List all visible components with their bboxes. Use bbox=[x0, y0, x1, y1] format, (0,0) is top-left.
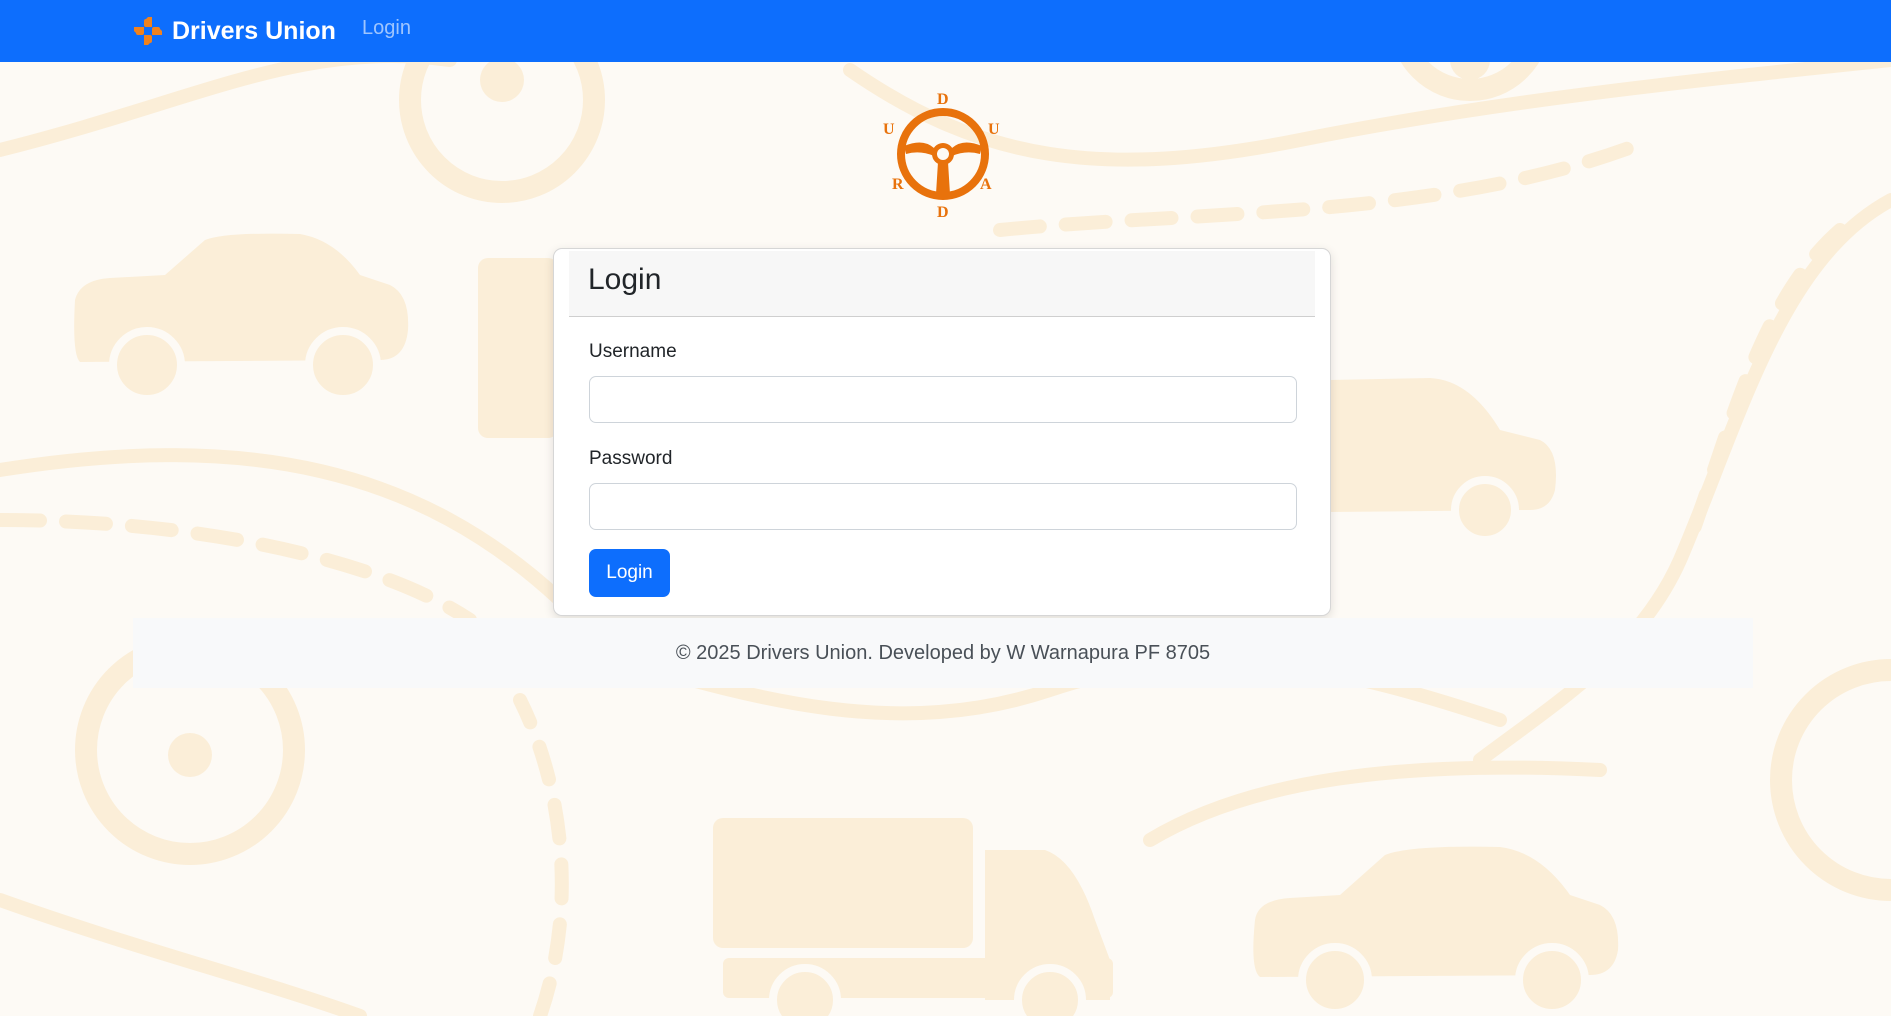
brand-link[interactable]: Drivers Union bbox=[132, 0, 336, 62]
top-navbar: Drivers Union Login bbox=[0, 0, 1891, 62]
logo-letter-top: D bbox=[937, 91, 949, 108]
logo-letter-bottom: D bbox=[937, 204, 949, 221]
password-label: Password bbox=[589, 448, 673, 469]
four-arm-logo-icon bbox=[132, 15, 164, 47]
username-input[interactable] bbox=[589, 376, 1297, 423]
drivers-union-steering-wheel-logo: D U U R A D bbox=[883, 91, 1000, 221]
username-label: Username bbox=[589, 341, 677, 362]
logo-letter-lower-right: A bbox=[980, 176, 992, 193]
password-input[interactable] bbox=[589, 483, 1297, 530]
logo-letter-right: U bbox=[988, 121, 1000, 138]
login-card-title: Login bbox=[588, 263, 662, 296]
login-card: Login Username Password Login bbox=[553, 248, 1331, 616]
nav-login-link[interactable]: Login bbox=[362, 0, 411, 62]
logo-letter-lower-left: R bbox=[892, 176, 904, 193]
login-card-header: Login bbox=[569, 251, 1315, 317]
brand-name: Drivers Union bbox=[172, 16, 336, 45]
page-footer: © 2025 Drivers Union. Developed by W War… bbox=[133, 618, 1753, 688]
logo-letter-left: U bbox=[883, 121, 895, 138]
login-submit-button[interactable]: Login bbox=[589, 549, 670, 597]
footer-copyright-text: © 2025 Drivers Union. Developed by W War… bbox=[675, 642, 1211, 664]
